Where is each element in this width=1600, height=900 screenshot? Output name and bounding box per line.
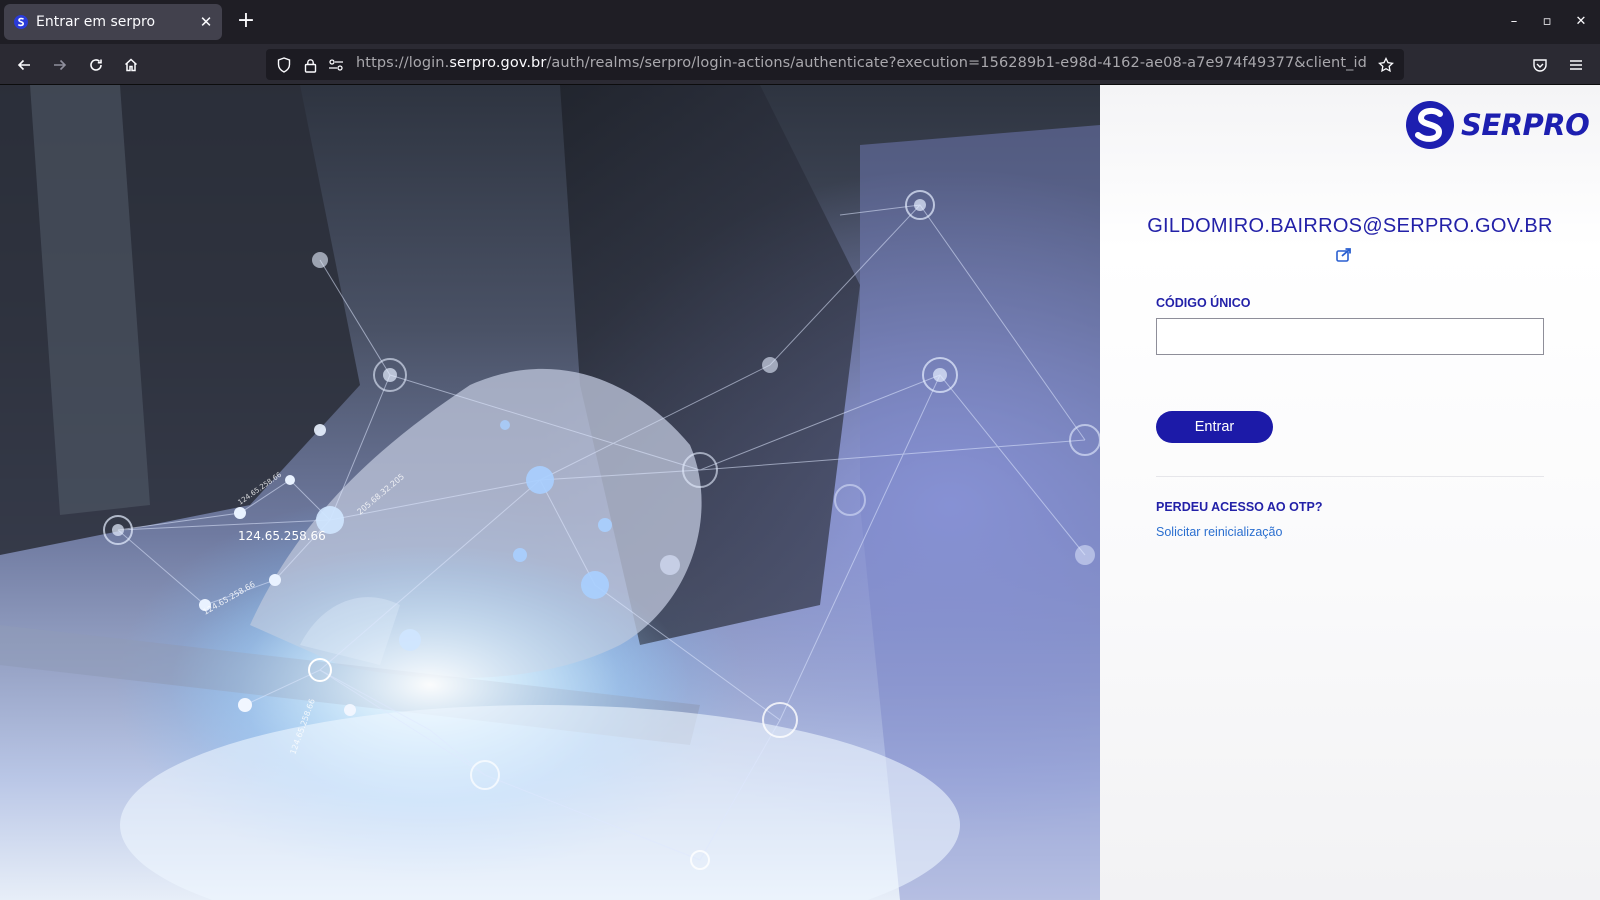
url-text[interactable]: https://login.serpro.gov.br/auth/realms/… [356, 55, 1366, 71]
lock-icon[interactable] [300, 55, 320, 75]
ip-label: 124.65.258.66 [238, 529, 326, 543]
permissions-icon[interactable] [326, 55, 346, 75]
tab-title: Entrar em serpro [36, 14, 156, 30]
login-page: 124.65.258.66 124.65.258.66 124.65.258.6… [0, 85, 1600, 900]
reload-icon[interactable] [83, 52, 109, 78]
browser-tab[interactable]: Entrar em serpro ✕ [4, 4, 222, 40]
divider [1156, 476, 1544, 477]
maximize-button[interactable]: ▫ [1534, 10, 1560, 34]
hero-image: 124.65.258.66 124.65.258.66 124.65.258.6… [0, 85, 1100, 900]
minimize-button[interactable]: – [1501, 10, 1527, 34]
address-bar[interactable]: https://login.serpro.gov.br/auth/realms/… [266, 49, 1404, 80]
forward-icon[interactable] [47, 52, 73, 78]
browser-tab-bar: Entrar em serpro ✕ + – ▫ ✕ [0, 0, 1600, 44]
browser-navigation-bar: https://login.serpro.gov.br/auth/realms/… [0, 44, 1600, 85]
serpro-logo-text: SERPRO [1461, 108, 1590, 142]
new-tab-button[interactable]: + [232, 8, 260, 36]
network-illustration: 124.65.258.66 124.65.258.66 124.65.258.6… [0, 85, 1100, 900]
serpro-favicon-icon [14, 15, 28, 29]
url-prefix: https://login. [356, 55, 450, 71]
pocket-icon[interactable] [1527, 52, 1553, 78]
serpro-logo-icon [1406, 101, 1454, 149]
menu-hamburger-icon[interactable] [1563, 52, 1589, 78]
home-icon[interactable] [118, 52, 144, 78]
url-path: /auth/realms/serpro/login-actions/authen… [546, 55, 1366, 71]
login-panel: SERPRO GILDOMIRO.BAIRROS@SERPRO.GOV.BR C… [1100, 85, 1600, 900]
username-display: GILDOMIRO.BAIRROS@SERPRO.GOV.BR [1147, 215, 1553, 237]
close-window-button[interactable]: ✕ [1568, 10, 1594, 34]
lost-otp-heading: PERDEU ACESSO AO OTP? [1156, 500, 1323, 514]
reset-request-link[interactable]: Solicitar reinicialização [1156, 525, 1282, 539]
url-host: serpro.gov.br [449, 55, 547, 71]
tab-close-icon[interactable]: ✕ [194, 13, 218, 31]
bookmark-star-icon[interactable] [1376, 55, 1396, 75]
tracking-shield-icon[interactable] [274, 55, 294, 75]
otp-code-input[interactable] [1156, 318, 1544, 355]
otp-code-label: CÓDIGO ÚNICO [1156, 296, 1251, 310]
submit-button[interactable]: Entrar [1156, 411, 1273, 443]
external-link-icon[interactable] [1336, 248, 1352, 262]
back-icon[interactable] [11, 52, 37, 78]
serpro-logo: SERPRO [1405, 100, 1590, 150]
